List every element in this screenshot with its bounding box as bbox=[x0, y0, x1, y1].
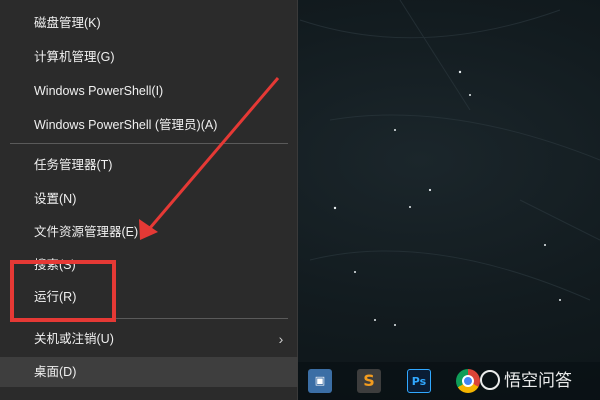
menu-separator bbox=[10, 143, 288, 144]
sublime-text-icon[interactable]: S bbox=[357, 369, 381, 393]
chevron-right-icon: › bbox=[278, 331, 284, 347]
watermark-text: 悟空问答 bbox=[504, 371, 572, 391]
win-x-context-menu: 磁盘管理(K) 计算机管理(G) Windows PowerShell(I) W… bbox=[0, 0, 298, 400]
menu-item-label: 关机或注销(U) bbox=[34, 332, 114, 346]
menu-item-run[interactable]: 运行(R) bbox=[0, 282, 298, 312]
menu-item-computer-management[interactable]: 计算机管理(G) bbox=[0, 42, 298, 72]
photoshop-icon[interactable]: Ps bbox=[407, 369, 431, 393]
wukong-logo-icon bbox=[480, 370, 500, 390]
menu-item-search[interactable]: 搜索(S) bbox=[0, 250, 298, 280]
menu-separator bbox=[10, 318, 288, 319]
menu-item-task-manager[interactable]: 任务管理器(T) bbox=[0, 150, 298, 180]
menu-item-desktop[interactable]: 桌面(D) bbox=[0, 357, 298, 387]
chrome-icon[interactable] bbox=[456, 369, 480, 393]
watermark: 悟空问答 bbox=[480, 369, 572, 393]
menu-item-settings[interactable]: 设置(N) bbox=[0, 184, 298, 214]
this-pc-icon[interactable]: ▣ bbox=[308, 369, 332, 393]
menu-item-file-explorer[interactable]: 文件资源管理器(E) bbox=[0, 217, 298, 247]
menu-item-powershell-admin[interactable]: Windows PowerShell (管理员)(A) bbox=[0, 110, 298, 140]
menu-item-shutdown-signout[interactable]: 关机或注销(U) › bbox=[0, 324, 298, 354]
menu-item-powershell[interactable]: Windows PowerShell(I) bbox=[0, 76, 298, 106]
menu-item-disk-management[interactable]: 磁盘管理(K) bbox=[0, 8, 298, 38]
